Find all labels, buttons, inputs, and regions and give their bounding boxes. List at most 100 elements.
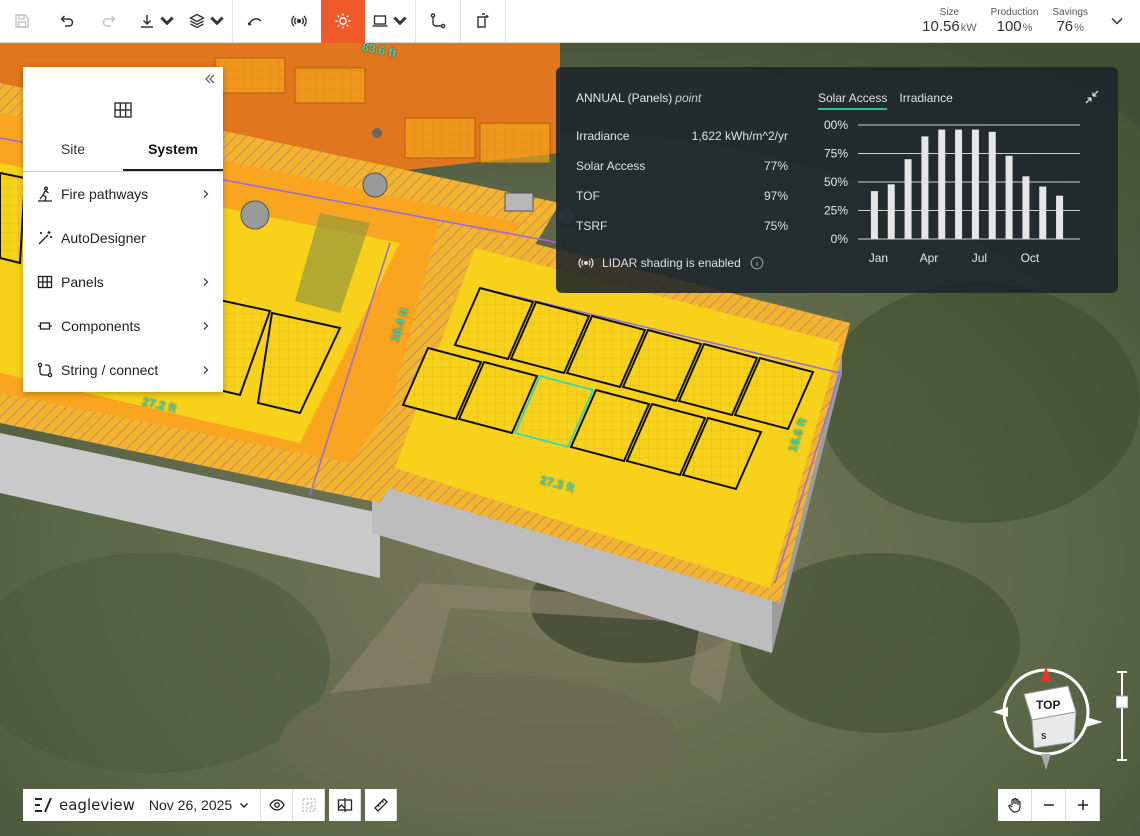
menu-item-fire-pathways[interactable]: Fire pathways (23, 172, 223, 216)
layers-icon (189, 13, 205, 29)
production-stat: Production 100% (991, 7, 1039, 35)
stats-expand-button[interactable] (1102, 0, 1132, 43)
stat-value: 100 (996, 18, 1022, 35)
menu-item-label: Fire pathways (61, 186, 149, 202)
stat-unit: % (1022, 22, 1033, 34)
metric-label: TOF (576, 189, 600, 203)
layers-dropdown[interactable] (182, 0, 232, 43)
metric-label: TSRF (576, 219, 608, 233)
metric-value: 97% (763, 189, 788, 203)
broadcast-icon (291, 15, 307, 27)
minimize-icon (1085, 90, 1099, 104)
minimize-button[interactable] (1084, 89, 1100, 105)
x-tick-label: Jul (972, 251, 987, 265)
chart-bar (938, 129, 946, 239)
chart-bar (1056, 195, 1064, 239)
frame-icon (302, 798, 316, 812)
chevron-right-icon (203, 322, 209, 330)
broadcast-icon (578, 258, 594, 268)
metric-value: 1,622 kWh/m^2/yr (691, 129, 788, 143)
undo-button[interactable] (44, 0, 88, 43)
y-tick-label: 75% (824, 147, 848, 161)
visibility-button[interactable] (261, 789, 294, 821)
x-tick-label: Apr (920, 251, 939, 265)
plus-icon (1077, 800, 1088, 810)
size-stat: Size 10.56kW (922, 7, 976, 35)
zoom-out-button[interactable] (1032, 789, 1066, 821)
chart-bar (971, 129, 979, 239)
stat-value: 76 (1056, 18, 1074, 35)
menu-item-label: Panels (61, 274, 104, 290)
metric-row: TOF 97% (576, 189, 788, 203)
x-tick-label: Oct (1021, 251, 1040, 265)
chart-bar (904, 159, 912, 239)
tab-site[interactable]: Site (23, 137, 123, 171)
compass-east-arrow (1086, 717, 1102, 727)
view-compass[interactable] (990, 660, 1102, 772)
edit-group (0, 0, 233, 42)
add-document-button[interactable] (461, 0, 505, 43)
menu-item-label: String / connect (61, 362, 159, 378)
imagery-source-dropdown[interactable]: eagleview Nov 26, 2025 (23, 789, 262, 821)
solar-heatmap-button[interactable] (321, 0, 365, 43)
chevron-down-icon (160, 16, 174, 26)
imagery-compare-button[interactable] (329, 789, 362, 821)
chevron-right-icon (203, 366, 209, 374)
zoom-slider[interactable] (1116, 670, 1128, 762)
system-stats: Size 10.56kW Production 100% Savings 76% (922, 0, 1140, 42)
info-subtitle: point (675, 91, 702, 105)
display-dropdown[interactable] (365, 0, 415, 43)
eye-icon (268, 799, 285, 811)
roof-arc-button[interactable] (233, 0, 277, 43)
info-icon[interactable] (749, 256, 765, 270)
download-dropdown[interactable] (132, 0, 182, 43)
tab-system[interactable]: System (123, 137, 223, 171)
undo-icon (60, 15, 74, 27)
eagleview-logo-icon (35, 797, 52, 813)
info-panel-title: ANNUAL (Panels) point (576, 91, 701, 105)
metric-row: Irradiance 1,622 kWh/m^2/yr (576, 129, 788, 143)
tab-irradiance[interactable]: Irradiance (899, 91, 952, 110)
frame-button[interactable] (293, 789, 326, 821)
chevron-down-icon (1111, 17, 1123, 25)
chevron-down-icon (240, 802, 249, 809)
lidar-button[interactable] (277, 0, 321, 43)
tab-solar-access[interactable]: Solar Access (818, 91, 888, 110)
menu-item-panels[interactable]: Panels (23, 260, 223, 304)
chart-bar (1005, 155, 1013, 239)
brand-name: eagleview (59, 796, 135, 814)
download-icon (141, 15, 153, 28)
stat-unit: % (1074, 22, 1084, 34)
laptop-icon (372, 15, 388, 27)
y-tick-label: 50% (824, 175, 848, 189)
save-icon (15, 14, 29, 28)
panel-grid-icon (37, 275, 53, 289)
chevron-down-icon (393, 16, 407, 26)
metric-label: Irradiance (576, 129, 630, 143)
measure-button[interactable] (365, 789, 398, 821)
magic-wand-icon (38, 231, 52, 245)
chart-bar (887, 184, 895, 239)
menu-item-autodesigner[interactable]: AutoDesigner (23, 216, 223, 260)
ruler-icon (373, 798, 388, 812)
solar-info-panel: ANNUAL (Panels) point Irradiance 1,622 kW… (556, 67, 1118, 293)
string-tool-button[interactable] (416, 0, 460, 43)
chevron-down-icon (210, 16, 224, 26)
pan-button[interactable] (998, 789, 1032, 821)
metric-row: Solar Access 77% (576, 159, 788, 173)
stat-unit: kW (960, 22, 977, 34)
zoom-in-button[interactable] (1066, 789, 1100, 821)
lidar-status: LIDAR shading is enabled (578, 256, 765, 270)
component-icon (38, 322, 52, 330)
menu-item-string-connect[interactable]: String / connect (23, 348, 223, 392)
collapse-panel-button[interactable] (203, 72, 217, 86)
chart-bar (921, 136, 929, 239)
savings-stat: Savings 76% (1052, 7, 1088, 35)
redo-icon (102, 15, 116, 27)
redo-button[interactable] (88, 0, 132, 43)
zoom-slider-handle[interactable] (1116, 695, 1128, 709)
menu-item-components[interactable]: Components (23, 304, 223, 348)
save-button[interactable] (0, 0, 44, 43)
metric-value: 75% (763, 219, 788, 233)
stat-label: Savings (1052, 7, 1088, 18)
